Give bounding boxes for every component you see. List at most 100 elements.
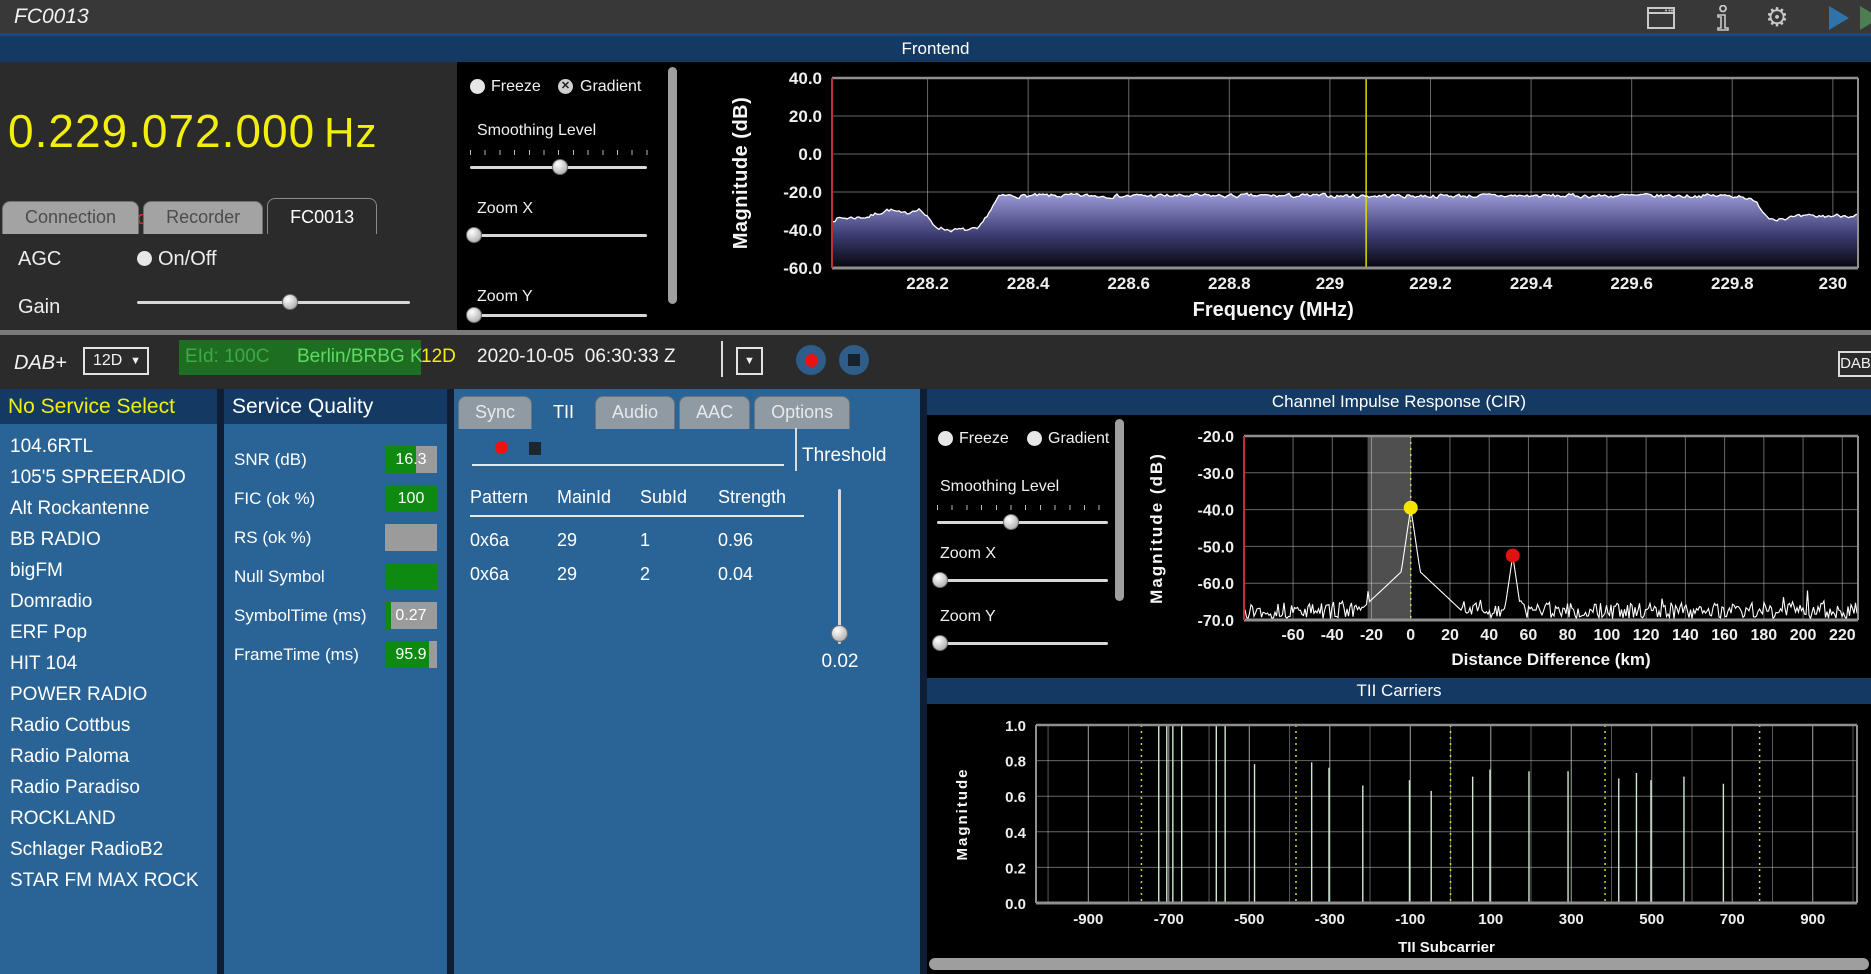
gain-slider[interactable] — [137, 294, 410, 310]
threshold-label: Threshold — [802, 445, 887, 466]
service-item[interactable]: 104.6RTL — [0, 431, 217, 462]
service-item[interactable]: 105'5 SPREERADIO — [0, 462, 217, 493]
frontend-tab-recorder[interactable]: Recorder — [143, 201, 264, 234]
tii-record-dot-icon[interactable] — [495, 441, 508, 454]
checked-x-icon: ✕ — [560, 80, 571, 92]
channel-dropdown[interactable]: 12D ▼ — [83, 347, 149, 375]
svg-text:-50.0: -50.0 — [1198, 539, 1235, 556]
service-item[interactable]: HIT 104 — [0, 648, 217, 679]
quality-row: FrameTime (ms) 95.9 — [224, 641, 447, 668]
chevron-down-icon: ▼ — [744, 355, 755, 367]
quality-label: Null Symbol — [234, 567, 325, 586]
quality-value-bar — [385, 563, 437, 590]
tii-table-cell: 2 — [640, 564, 651, 584]
cir-freeze-radio[interactable] — [938, 431, 953, 446]
service-item[interactable]: bigFM — [0, 555, 217, 586]
record-button[interactable] — [796, 345, 826, 375]
settings-gear-icon[interactable]: ⚙ — [1762, 4, 1792, 32]
service-item[interactable]: ROCKLAND — [0, 803, 217, 834]
cir-smoothing-knob[interactable] — [1002, 514, 1019, 530]
window-icon[interactable] — [1646, 4, 1676, 32]
cir-gradient-radio[interactable] — [1027, 431, 1042, 446]
cir-gradient-label: Gradient — [1048, 430, 1110, 447]
threshold-slider[interactable] — [830, 489, 848, 644]
quality-value: 0.27 — [395, 607, 427, 624]
service-item[interactable]: Schlager RadioB2 — [0, 834, 217, 865]
svg-text:229.6: 229.6 — [1610, 274, 1653, 293]
threshold-slider-knob[interactable] — [831, 625, 848, 643]
dab-badge: DAB — [1838, 351, 1871, 377]
service-list: 104.6RTL 105'5 SPREERADIO Alt Rockantenne B… — [0, 431, 217, 896]
spectrum-freeze-radio[interactable] — [470, 79, 485, 94]
svg-text:TII Subcarrier: TII Subcarrier — [1398, 939, 1495, 956]
decoder-tab-options[interactable]: Options — [754, 396, 851, 429]
frontend-panel: 0.229.072.000Hz 43 ppm Correction Connec… — [0, 62, 1871, 330]
spectrum-plot: 228.2 228.4 228.6 228.8 229 229.2 229.4 229.6 22… — [730, 69, 1859, 321]
gain-slider-knob[interactable] — [281, 294, 298, 310]
stop-button[interactable] — [839, 345, 869, 375]
svg-text:40: 40 — [1480, 627, 1498, 644]
frontend-tab-bar: Connection Recorder FC0013 — [2, 196, 454, 234]
tii-table-cell: 0.96 — [718, 530, 754, 550]
svg-text:700: 700 — [1720, 911, 1745, 928]
svg-text:180: 180 — [1750, 627, 1777, 644]
channel-value: 12D — [93, 352, 123, 369]
application-window: FC0013 ⚙ Frontend 0.229.072.000 Hz Conne… — [0, 0, 1871, 974]
spectrum-zoomy-knob[interactable] — [465, 307, 482, 323]
svg-text:228.4: 228.4 — [1007, 274, 1050, 293]
svg-text:-20: -20 — [1360, 627, 1383, 644]
dab-mode-label: DAB+ — [14, 352, 67, 374]
window-title: FC0013 — [14, 5, 89, 28]
service-item[interactable]: Radio Cottbus — [0, 710, 217, 741]
cir-smoothing-slider[interactable] — [937, 514, 1108, 530]
svg-text:20: 20 — [1441, 627, 1459, 644]
cir-zoomx-slider[interactable] — [932, 572, 1108, 588]
cir-zoomy-knob[interactable] — [932, 635, 949, 651]
frontend-tab-connection[interactable]: Connection — [2, 201, 140, 234]
service-item[interactable]: ERF Pop — [0, 617, 217, 648]
decoder-tab-bar: Sync TII Audio AAC Options — [458, 393, 851, 429]
svg-text:-40: -40 — [1321, 627, 1344, 644]
service-item[interactable]: BB RADIO — [0, 524, 217, 555]
agc-label: AGC — [18, 248, 62, 270]
decoder-tab-tii[interactable]: TII — [536, 393, 592, 429]
quality-value: 100 — [397, 490, 425, 507]
spectrum-zoomx-knob[interactable] — [465, 227, 482, 243]
recorder-dropdown[interactable]: ▼ — [736, 347, 763, 375]
window-icon-svg — [1647, 7, 1675, 29]
svg-text:500: 500 — [1639, 911, 1664, 928]
decoder-tab-sync[interactable]: Sync — [458, 396, 533, 429]
svg-text:229.8: 229.8 — [1711, 274, 1754, 293]
play-blue-icon[interactable] — [1824, 4, 1854, 32]
info-icon[interactable] — [1708, 4, 1738, 32]
svg-text:-700: -700 — [1154, 911, 1184, 928]
horizontal-scrollbar[interactable] — [929, 958, 1869, 970]
spectrum-gradient-radio[interactable]: ✕ — [558, 79, 573, 94]
spectrum-smoothing-knob[interactable] — [552, 159, 569, 175]
stop-square-icon — [848, 354, 860, 366]
service-item[interactable]: STAR FM MAX ROCK — [0, 865, 217, 896]
service-item[interactable]: Radio Paradiso — [0, 772, 217, 803]
cir-zoomy-slider[interactable] — [932, 635, 1108, 651]
svg-text:Magnitude (dB): Magnitude (dB) — [1147, 452, 1166, 604]
decoder-tab-aac[interactable]: AAC — [679, 396, 751, 429]
cir-controls-scrollbar[interactable] — [1115, 419, 1124, 601]
frontend-panel-title: Frontend — [0, 36, 1871, 62]
tii-carriers-plot: -900 -700 -500 -300 -100 100 300 500 700 900 1.0 0.… — [954, 718, 1858, 956]
cir-zoomx-knob[interactable] — [932, 572, 949, 588]
svg-text:0.6: 0.6 — [1005, 789, 1026, 806]
tii-stop-square-icon[interactable] — [529, 442, 541, 455]
service-item[interactable]: Domradio — [0, 586, 217, 617]
svg-text:229.4: 229.4 — [1510, 274, 1553, 293]
play-green-icon[interactable] — [1855, 4, 1871, 32]
agc-radio[interactable] — [137, 251, 152, 266]
tii-separator-line — [472, 464, 784, 466]
service-list-header: No Service Select — [0, 389, 217, 424]
svg-text:80: 80 — [1559, 627, 1577, 644]
decoder-tab-audio[interactable]: Audio — [595, 396, 676, 429]
svg-text:200: 200 — [1790, 627, 1817, 644]
service-item[interactable]: Alt Rockantenne — [0, 493, 217, 524]
service-item[interactable]: POWER RADIO — [0, 679, 217, 710]
frontend-tab-fc0013[interactable]: FC0013 — [267, 198, 378, 234]
service-item[interactable]: Radio Paloma — [0, 741, 217, 772]
